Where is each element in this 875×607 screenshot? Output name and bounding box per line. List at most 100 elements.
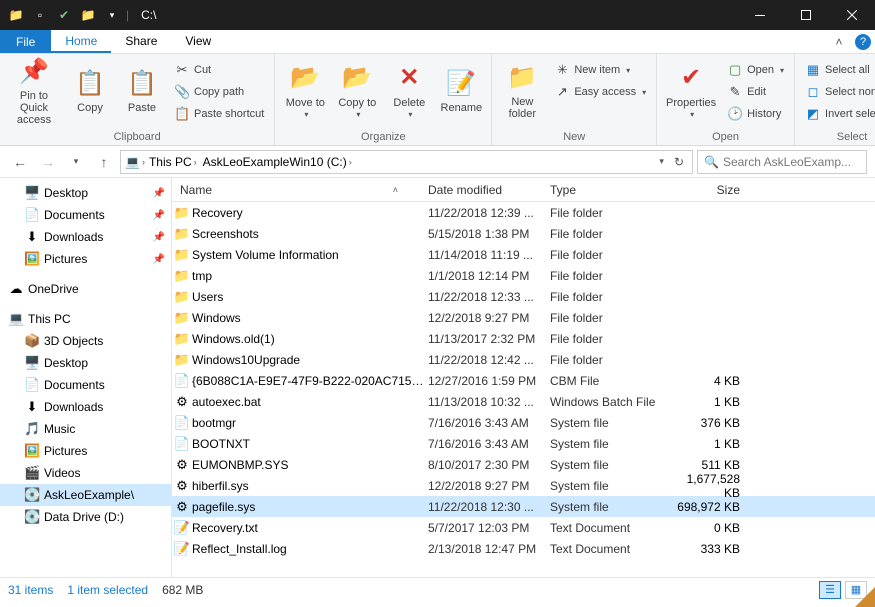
sort-asc-icon: ˄ [393,185,398,195]
tree-item[interactable]: 🖼️Pictures [0,440,171,462]
file-row[interactable]: 📝Recovery.txt5/7/2017 12:03 PMText Docum… [172,517,875,538]
column-name[interactable]: Name˄ [172,183,428,197]
new-group: 📁New folder ✳New item ↗Easy access New [492,54,657,145]
home-tab[interactable]: Home [51,30,111,53]
help-button[interactable]: ? [851,30,875,53]
open-group: ✔Properties ▢Open ✎Edit 🕑History Open [657,54,795,145]
tree-item[interactable]: 🖼️Pictures📌 [0,248,171,270]
new-item-button[interactable]: ✳New item [550,60,650,80]
file-type: System file [550,437,670,451]
file-row[interactable]: ⚙pagefile.sys11/22/2018 12:30 ...System … [172,496,875,517]
edit-button[interactable]: ✎Edit [723,82,788,102]
new-folder-button[interactable]: 📁New folder [498,56,546,126]
tree-item[interactable]: 🎬Videos [0,462,171,484]
cut-button[interactable]: ✂Cut [170,60,268,80]
file-row[interactable]: ⚙EUMONBMP.SYS8/10/2017 2:30 PMSystem fil… [172,454,875,475]
column-size[interactable]: Size [670,183,750,197]
navigation-tree[interactable]: 🖥️Desktop📌📄Documents📌⬇Downloads📌🖼️Pictur… [0,178,172,577]
history-button[interactable]: 🕑History [723,104,788,124]
properties-button[interactable]: ✔Properties [663,56,719,126]
column-date[interactable]: Date modified [428,183,550,197]
checkmark-qat-icon[interactable]: ✔ [54,5,74,25]
file-row[interactable]: 📁Screenshots5/15/2018 1:38 PMFile folder [172,223,875,244]
file-row[interactable]: 📄bootmgr7/16/2016 3:43 AMSystem file376 … [172,412,875,433]
copy-button[interactable]: 📋Copy [66,56,114,126]
file-size: 511 KB [670,458,750,472]
tree-item[interactable]: 💻This PC [0,308,171,330]
file-icon: 📁 [172,226,192,242]
file-rows: 📁Recovery11/22/2018 12:39 ...File folder… [172,202,875,577]
address-bar[interactable]: 💻 › This PC › AskLeoExampleWin10 (C:) › … [120,150,693,174]
pin-quick-access-button[interactable]: 📌Pin to Quick access [6,56,62,126]
file-row[interactable]: 📄{6B088C1A-E9E7-47F9-B222-020AC7154B...1… [172,370,875,391]
qat-dropdown-icon[interactable]: ▾ [102,5,122,25]
forward-button[interactable]: → [36,150,60,174]
share-tab[interactable]: Share [111,30,171,53]
file-row[interactable]: 📄BOOTNXT7/16/2016 3:43 AMSystem file1 KB [172,433,875,454]
minimize-button[interactable] [737,0,783,30]
file-row[interactable]: 📁Windows.old(1)11/13/2017 2:32 PMFile fo… [172,328,875,349]
file-icon: 📁 [172,247,192,263]
file-row[interactable]: ⚙autoexec.bat11/13/2018 10:32 ...Windows… [172,391,875,412]
close-button[interactable] [829,0,875,30]
address-dropdown-icon[interactable]: ▾ [655,156,668,167]
copy-to-button[interactable]: 📂Copy to [333,56,381,126]
file-tab[interactable]: File [0,30,51,53]
select-none-button[interactable]: ◻Select none [801,82,875,102]
tree-item[interactable]: 🎵Music [0,418,171,440]
copy-path-button[interactable]: 📎Copy path [170,82,268,102]
paste-button[interactable]: 📋Paste [118,56,166,126]
collapse-ribbon-icon[interactable]: ˄ [827,30,851,53]
back-button[interactable]: ← [8,150,32,174]
file-row[interactable]: 📁Windows12/2/2018 9:27 PMFile folder [172,307,875,328]
file-row[interactable]: ⚙hiberfil.sys12/2/2018 9:27 PMSystem fil… [172,475,875,496]
select-all-button[interactable]: ▦Select all [801,60,875,80]
file-row[interactable]: 📁System Volume Information11/14/2018 11:… [172,244,875,265]
chevron-right-icon[interactable]: › [142,157,145,167]
move-to-button[interactable]: 📂Move to [281,56,329,126]
tree-item[interactable]: 💽Data Drive (D:) [0,506,171,528]
file-row[interactable]: 📝Reflect_Install.log2/13/2018 12:47 PMTe… [172,538,875,559]
search-input[interactable]: 🔍 Search AskLeoExamp... [697,150,867,174]
breadcrumb[interactable]: AskLeoExampleWin10 (C:) › [201,155,354,169]
pin-icon: 📌 [153,188,165,199]
copy-to-icon: 📂 [342,63,372,95]
clipboard-group-label: Clipboard [6,129,268,145]
file-date: 12/2/2018 9:27 PM [428,479,550,493]
details-view-button[interactable]: ☰ [819,581,841,599]
window-title: C:\ [135,8,737,22]
newfolder-qat-icon[interactable]: 📁 [78,5,98,25]
view-tab[interactable]: View [171,30,225,53]
maximize-button[interactable] [783,0,829,30]
file-row[interactable]: 📁Windows10Upgrade11/22/2018 12:42 ...Fil… [172,349,875,370]
up-button[interactable]: ↑ [92,150,116,174]
resize-corner[interactable] [855,587,875,607]
tree-item-label: OneDrive [28,282,79,296]
tree-item[interactable]: 🖥️Desktop📌 [0,182,171,204]
tree-item[interactable]: 📦3D Objects [0,330,171,352]
easy-access-button[interactable]: ↗Easy access [550,82,650,102]
tree-item[interactable]: ☁ OneDrive [0,278,171,300]
file-row[interactable]: 📁tmp1/1/2018 12:14 PMFile folder [172,265,875,286]
refresh-button[interactable]: ↻ [670,155,688,169]
tree-item[interactable]: 📄Documents [0,374,171,396]
tree-item[interactable]: 💽AskLeoExample\ [0,484,171,506]
column-type[interactable]: Type [550,183,670,197]
open-button[interactable]: ▢Open [723,60,788,80]
easy-access-icon: ↗ [554,84,570,100]
search-placeholder: Search AskLeoExamp... [723,155,851,169]
recent-dropdown[interactable]: ▾ [64,150,88,174]
paste-shortcut-button[interactable]: 📋Paste shortcut [170,104,268,124]
invert-selection-button[interactable]: ◩Invert selection [801,104,875,124]
rename-button[interactable]: 📝Rename [437,56,485,126]
tree-item[interactable]: ⬇Downloads📌 [0,226,171,248]
tree-item[interactable]: 🖥️Desktop [0,352,171,374]
file-row[interactable]: 📁Recovery11/22/2018 12:39 ...File folder [172,202,875,223]
breadcrumb[interactable]: This PC › [147,155,199,169]
tree-item[interactable]: 📄Documents📌 [0,204,171,226]
file-row[interactable]: 📁Users11/22/2018 12:33 ...File folder [172,286,875,307]
delete-button[interactable]: ✕Delete [385,56,433,126]
tree-item-icon: ☁ [8,281,24,297]
properties-qat-icon[interactable]: ▫ [30,5,50,25]
tree-item[interactable]: ⬇Downloads [0,396,171,418]
